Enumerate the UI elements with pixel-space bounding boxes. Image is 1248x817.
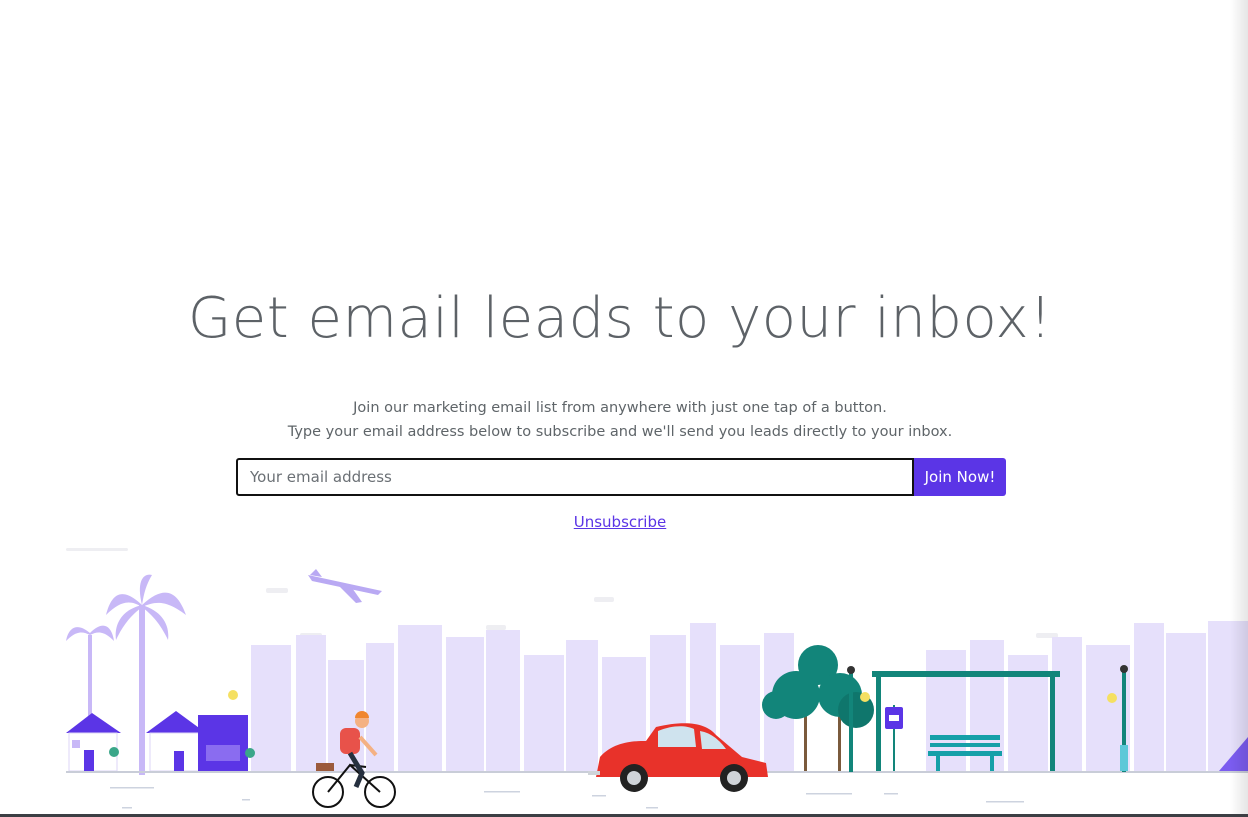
house-icon xyxy=(66,690,255,772)
window-edge-shadow xyxy=(1230,0,1248,817)
join-now-button[interactable]: Join Now! xyxy=(914,458,1006,496)
skyline xyxy=(251,621,1248,772)
page-title: Get email leads to your inbox! xyxy=(187,286,1053,351)
subtitle: Join our marketing email list from anywh… xyxy=(0,396,1240,444)
city-illustration xyxy=(66,548,1248,809)
subscribe-form: Join Now! xyxy=(236,458,1006,496)
subtitle-line-2: Type your email address below to subscri… xyxy=(287,424,953,440)
unsubscribe-container: Unsubscribe xyxy=(0,513,1240,531)
unsubscribe-link[interactable]: Unsubscribe xyxy=(574,513,666,531)
airplane-icon xyxy=(308,569,382,603)
road-marks xyxy=(110,787,1024,809)
clouds xyxy=(66,548,1236,638)
email-input[interactable] xyxy=(236,458,914,496)
subtitle-line-1: Join our marketing email list from anywh… xyxy=(353,400,887,416)
